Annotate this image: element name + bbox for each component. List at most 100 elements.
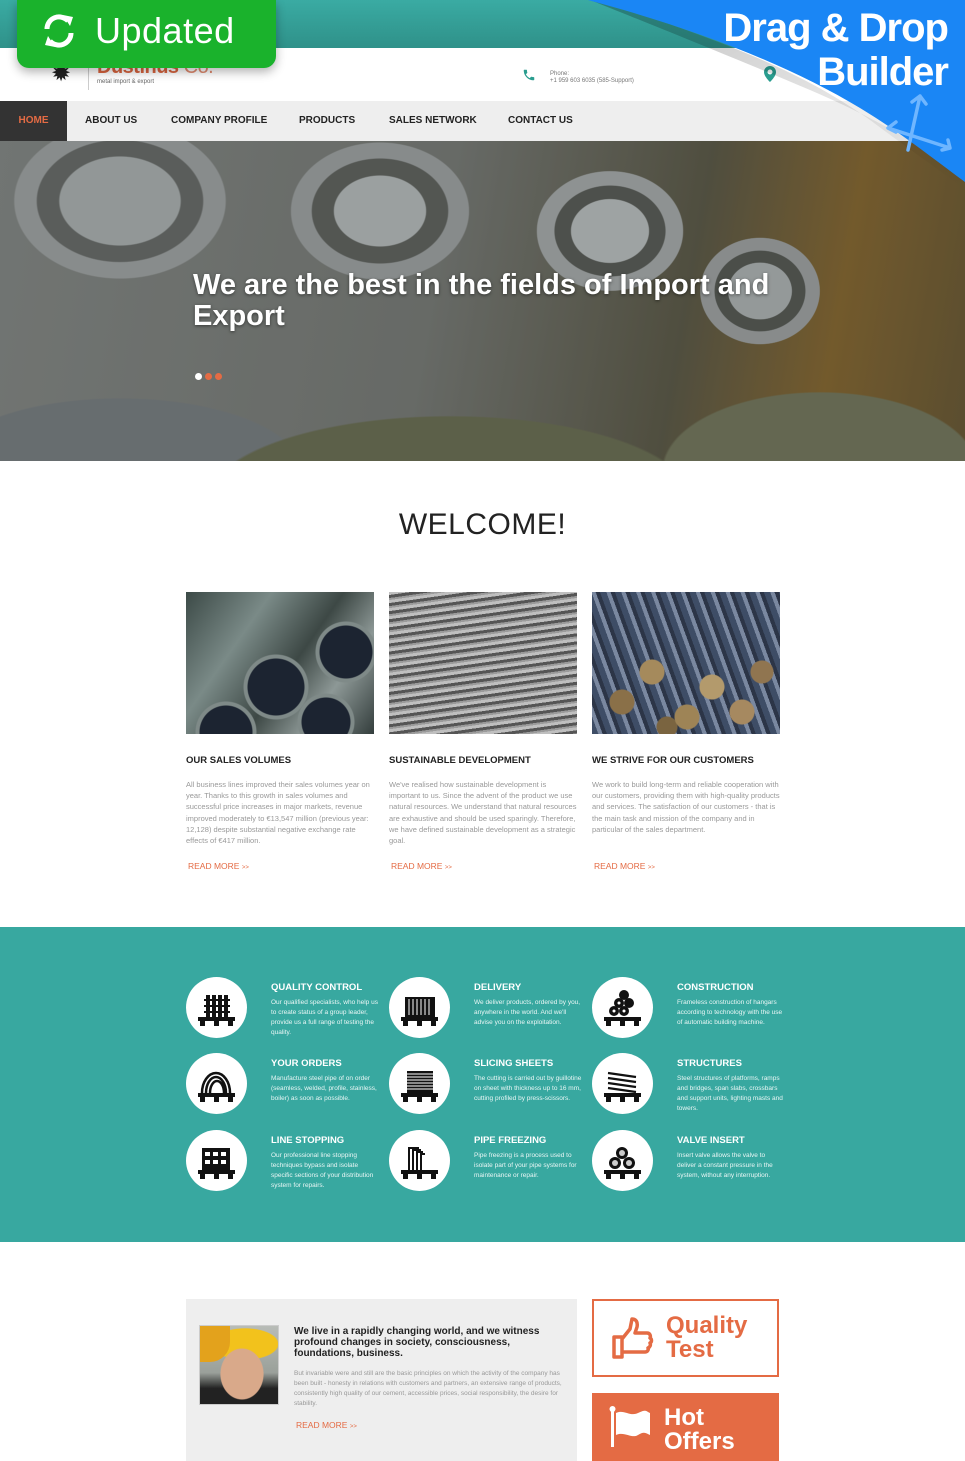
read-more-label: READ MORE: [391, 861, 443, 871]
card-title: OUR SALES VOLUMES: [186, 755, 292, 766]
slider-dot-1[interactable]: [195, 373, 202, 380]
nav-item-products[interactable]: PRODUCTS: [299, 101, 355, 141]
wire-coil-image: [389, 592, 577, 734]
phone-icon: [523, 69, 535, 81]
phone-label: Phone:: [550, 71, 570, 77]
pallet-valve-insert-icon: [604, 1147, 641, 1179]
service-text: Pipe freezing is a process used to isola…: [474, 1152, 577, 1179]
slider-dot-2[interactable]: [205, 373, 212, 380]
read-more-link[interactable]: READ MORE >>: [296, 1420, 357, 1430]
read-more-label: READ MORE: [594, 861, 646, 871]
label-line-1: Hot: [664, 1404, 704, 1431]
double-chevron-icon: >>: [444, 865, 452, 871]
card-text: We've realised how sustainable developme…: [389, 780, 577, 846]
main-nav: HOME ABOUT US COMPANY PROFILE PRODUCTS S…: [0, 101, 965, 141]
phone-info: Phone: +1 959 603 6035 (585-Support): [550, 71, 634, 85]
service-icon-circle: [186, 977, 247, 1038]
service-title: SLICING SHEETS: [474, 1058, 554, 1069]
service-item-slicing-sheets: SLICING SHEETS The cutting is carried out…: [389, 1053, 589, 1115]
service-icon-circle: [592, 1053, 653, 1114]
hot-offers-button[interactable]: Hot Offers: [592, 1393, 779, 1461]
hot-offers-label: Hot Offers: [664, 1406, 735, 1454]
card-title: SUSTAINABLE DEVELOPMENT: [389, 755, 531, 766]
welcome-heading: WELCOME!: [398, 508, 567, 541]
service-text: Manufacture steel pipe of on order (seam…: [271, 1075, 377, 1102]
drag-drop-label: Drag & Drop: [723, 6, 949, 50]
quality-test-button[interactable]: Quality Test: [592, 1299, 779, 1377]
feature-card-sales-volumes: OUR SALES VOLUMES All business lines imp…: [186, 592, 374, 871]
hero-title: We are the best in the fields of Import …: [193, 269, 770, 332]
pallet-quality-control-icon: [198, 995, 235, 1026]
service-title: VALVE INSERT: [677, 1135, 745, 1146]
service-item-valve-insert: VALVE INSERT Insert valve allows the valv…: [592, 1130, 792, 1192]
service-icon-circle: [389, 977, 450, 1038]
pallet-your-orders-icon: [198, 1071, 235, 1102]
service-icon-circle: [592, 977, 653, 1038]
label-line-1: Quality: [666, 1312, 748, 1339]
nav-item-sales-network[interactable]: SALES NETWORK: [389, 101, 477, 141]
service-item-delivery: DELIVERY We deliver products, ordered by …: [389, 977, 589, 1039]
read-more-link[interactable]: READ MORE >>: [188, 861, 249, 871]
service-text: Frameless construction of hangars accord…: [677, 999, 783, 1026]
card-text: All business lines improved their sales …: [186, 780, 370, 846]
quote-title: We live in a rapidly changing world, and…: [294, 1326, 540, 1359]
hero-slider: We are the best in the fields of Import …: [0, 141, 965, 461]
rebar-image: [592, 592, 780, 734]
thumbs-up-icon: [612, 1317, 654, 1359]
quote-text: But invariable were and still are the ba…: [294, 1370, 562, 1407]
service-item-construction: CONSTRUCTION Frameless construction of ha…: [592, 977, 792, 1039]
pallet-construction-icon: [604, 990, 641, 1026]
service-item-structures: STRUCTURES Steel structures of platforms,…: [592, 1053, 792, 1115]
service-icon-circle: [389, 1130, 450, 1191]
nav-item-contact-us[interactable]: CONTACT US: [508, 101, 573, 141]
refresh-icon: [44, 14, 74, 48]
service-title: PIPE FREEZING: [474, 1135, 547, 1146]
read-more-link[interactable]: READ MORE >>: [391, 861, 452, 871]
feature-card-customers: WE STRIVE FOR OUR CUSTOMERS We work to b…: [592, 592, 780, 871]
nav-item-company-profile[interactable]: COMPANY PROFILE: [171, 101, 267, 141]
service-item-pipe-freezing: PIPE FREEZING Pipe freezing is a process …: [389, 1130, 589, 1192]
pallet-structures-icon: [604, 1071, 641, 1102]
service-title: LINE STOPPING: [271, 1135, 345, 1146]
glove-shape: [200, 1326, 230, 1362]
builder-label: Builder: [817, 50, 949, 94]
read-more-link[interactable]: READ MORE >>: [594, 861, 655, 871]
nav-item-about-us[interactable]: ABOUT US: [85, 101, 137, 141]
map-pin-icon: [764, 66, 776, 82]
nav-item-home[interactable]: HOME: [0, 101, 67, 141]
pallet-delivery-icon: [401, 997, 438, 1026]
feature-card-sustainable-development: SUSTAINABLE DEVELOPMENT We've realised h…: [389, 592, 577, 871]
service-text: Insert valve allows the valve to deliver…: [677, 1152, 773, 1179]
service-text: Steel structures of platforms, ramps and…: [677, 1075, 783, 1112]
service-icon-circle: [186, 1130, 247, 1191]
read-more-label: READ MORE: [188, 861, 240, 871]
logo-tagline: metal import & export: [97, 79, 155, 85]
updated-badge: Updated: [17, 0, 276, 68]
quality-test-label: Quality Test: [666, 1314, 747, 1362]
phone-number[interactable]: +1 959 603 6035 (585-Support): [550, 78, 634, 85]
pallet-line-stopping-icon: [198, 1148, 235, 1179]
service-title: DELIVERY: [474, 982, 522, 993]
updated-label: Updated: [95, 10, 235, 51]
move-arrows-icon: [886, 94, 952, 152]
slider-dot-3[interactable]: [215, 373, 222, 380]
service-item-your-orders: YOUR ORDERS Manufacture steel pipe of on …: [186, 1053, 386, 1115]
service-icon-circle: [389, 1053, 450, 1114]
service-item-line-stopping: LINE STOPPING Our professional line stopp…: [186, 1130, 386, 1192]
service-title: YOUR ORDERS: [271, 1058, 342, 1069]
service-icon-circle: [592, 1130, 653, 1191]
service-item-quality-control: QUALITY CONTROL Our qualified specialists…: [186, 977, 386, 1039]
pallet-slicing-sheets-icon: [401, 1071, 438, 1102]
double-chevron-icon: >>: [241, 865, 249, 871]
service-icon-circle: [186, 1053, 247, 1114]
card-title: WE STRIVE FOR OUR CUSTOMERS: [592, 755, 754, 766]
steel-pipes-image: [186, 592, 374, 734]
slider-pagination: [195, 373, 222, 380]
label-line-2: Offers: [664, 1428, 735, 1455]
service-text: Our qualified specialists, who help us t…: [271, 999, 378, 1036]
label-line-2: Test: [666, 1336, 714, 1363]
worker-photo: [199, 1325, 279, 1405]
flag-icon: [609, 1406, 650, 1447]
read-more-label: READ MORE: [296, 1420, 348, 1430]
card-text: We work to build long-term and reliable …: [592, 780, 780, 834]
